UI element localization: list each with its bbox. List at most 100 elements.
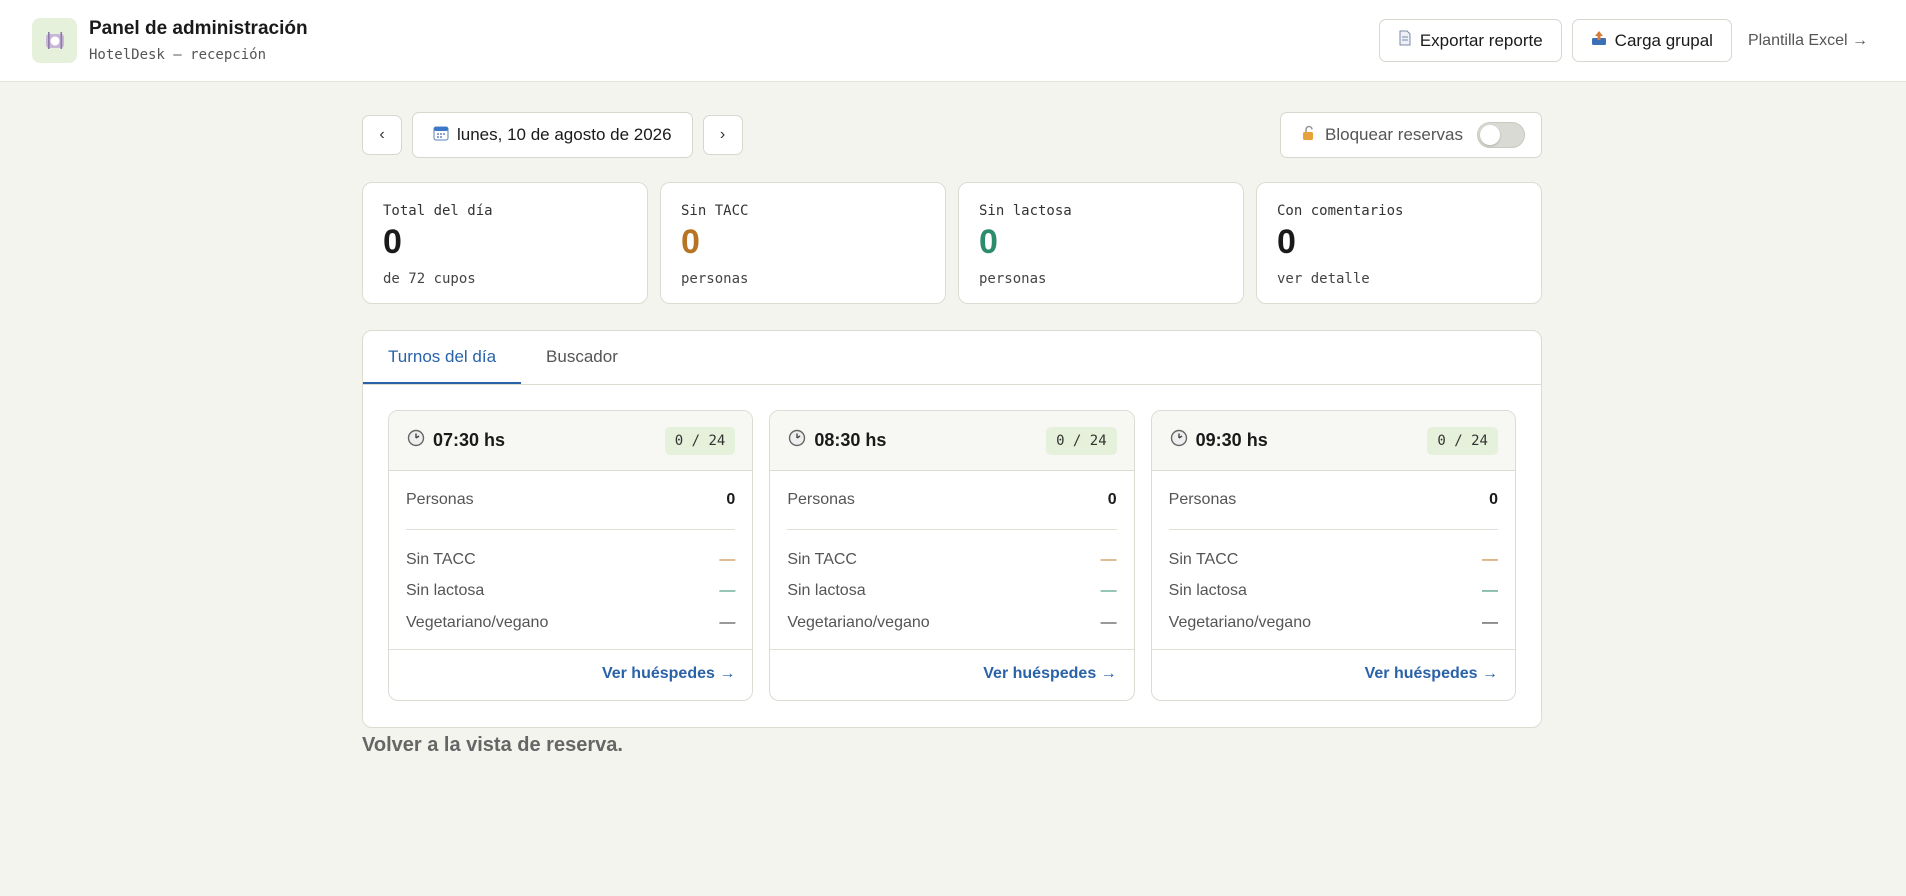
shift-time-label: 08:30 hs — [814, 430, 887, 450]
people-count: 0 — [1489, 491, 1498, 508]
shift-cards: 07:30 hs 0 / 24 Personas 0 Sin TACC — Si… — [363, 385, 1541, 726]
diet-row-lactose-free: Sin lactosa — — [1169, 576, 1498, 608]
diet-label: Sin TACC — [787, 550, 857, 568]
view-guests-link[interactable]: Ver huéspedes → — [770, 648, 1134, 699]
bulk-upload-label: Carga grupal — [1614, 30, 1713, 50]
people-count: 0 — [726, 491, 736, 508]
people-row: Personas 0 — [787, 471, 1117, 530]
header-actions: Exportar reporte Carga grupal Plantilla … — [1378, 19, 1874, 62]
diet-list: Sin TACC — Sin lactosa — Vegetariano/veg… — [406, 530, 735, 649]
diet-row-lactose-free: Sin lactosa — — [787, 576, 1116, 608]
diet-label: Vegetariano/vegano — [787, 613, 930, 631]
stat-sub: de 72 cupos — [383, 271, 476, 287]
lock-reservations-label: Bloquear reservas — [1325, 125, 1463, 144]
clock-icon — [407, 429, 425, 452]
diet-list: Sin TACC — Sin lactosa — Vegetariano/veg… — [787, 530, 1116, 649]
diet-row-gluten-free: Sin TACC — — [1169, 544, 1498, 576]
diet-row-gluten-free: Sin TACC — — [787, 544, 1116, 576]
diet-row-gluten-free: Sin TACC — — [406, 544, 735, 576]
stats-row: Total del día 0 de 72 cupos Sin TACC 0 p… — [362, 182, 1542, 304]
shift-card-body: Personas 0 Sin TACC — Sin lactosa — Vege… — [770, 471, 1133, 649]
page-subtitle: HotelDesk — recepción — [89, 47, 267, 63]
diet-value: — — [1481, 582, 1498, 600]
date-picker-button[interactable]: lunes, 10 de agosto de 2026 — [412, 112, 693, 158]
shift-card: 07:30 hs 0 / 24 Personas 0 Sin TACC — Si… — [388, 410, 754, 701]
diet-row-vegetarian: Vegetariano/vegano — — [406, 607, 735, 639]
stat-card-comments[interactable]: Con comentarios 0 ver detalle — [1256, 182, 1542, 304]
shift-time: 09:30 hs — [1170, 429, 1268, 452]
diet-label: Vegetariano/vegano — [1168, 613, 1311, 631]
tab-bar: Turnos del día Buscador — [363, 331, 1541, 385]
view-guests-link[interactable]: Ver huéspedes → — [1151, 648, 1515, 699]
diet-label: Sin TACC — [1168, 550, 1239, 568]
people-label: Personas — [1168, 491, 1237, 508]
shift-time: 08:30 hs — [788, 429, 886, 452]
top-header: Panel de administración HotelDesk — rece… — [0, 0, 1906, 82]
shift-time-label: 07:30 hs — [433, 430, 506, 450]
date-toolbar: ‹ lunes, 10 de agosto de 2026 › Bloquear… — [362, 112, 1542, 158]
stat-label: Con comentarios — [1277, 203, 1404, 219]
tab-search[interactable]: Buscador — [521, 331, 643, 384]
diet-label: Sin lactosa — [787, 582, 866, 600]
diet-row-vegetarian: Vegetariano/vegano — — [787, 607, 1116, 639]
page-title: Panel de administración — [89, 18, 308, 39]
previous-day-button[interactable]: ‹ — [362, 115, 402, 155]
shift-card: 08:30 hs 0 / 24 Personas 0 Sin TACC — Si… — [769, 410, 1135, 701]
clock-icon — [1170, 429, 1188, 452]
stat-label: Sin lactosa — [979, 203, 1072, 219]
shifts-panel: Turnos del día Buscador 07:30 hs 0 / 24 — [362, 330, 1542, 728]
diet-value: — — [1481, 550, 1498, 568]
stat-value: 0 — [1277, 223, 1296, 261]
people-row: Personas 0 — [1168, 471, 1498, 530]
capacity-badge: 0 / 24 — [1046, 426, 1117, 455]
back-to-reservation-link[interactable]: Volver a la vista de reserva. — [362, 734, 1542, 757]
diet-row-lactose-free: Sin lactosa — — [406, 576, 735, 608]
lock-reservations-toggle[interactable] — [1477, 122, 1525, 148]
stat-card-gluten-free: Sin TACC 0 personas — [660, 182, 946, 304]
view-guests-link[interactable]: Ver huéspedes → — [389, 648, 753, 699]
shift-card-header: 09:30 hs 0 / 24 — [1151, 411, 1515, 471]
diet-label: Sin lactosa — [1168, 582, 1247, 600]
shift-card-body: Personas 0 Sin TACC — Sin lactosa — Vege… — [1152, 471, 1515, 649]
bulk-upload-button[interactable]: Carga grupal — [1571, 19, 1732, 62]
diet-value: — — [1481, 613, 1498, 631]
calendar-icon — [433, 125, 449, 146]
shift-card-header: 08:30 hs 0 / 24 — [770, 411, 1134, 471]
stat-value: 0 — [681, 223, 700, 261]
shift-card-body: Personas 0 Sin TACC — Sin lactosa — Vege… — [389, 471, 752, 649]
stat-sub: personas — [681, 271, 749, 287]
stat-label: Total del día — [383, 203, 493, 219]
shift-time: 07:30 hs — [407, 429, 505, 452]
toggle-knob — [1480, 125, 1500, 145]
brand: Panel de administración HotelDesk — rece… — [32, 18, 308, 63]
stat-sub: personas — [979, 271, 1047, 287]
excel-template-link[interactable]: Plantilla Excel → — [1742, 32, 1874, 50]
people-label: Personas — [406, 491, 474, 508]
export-report-label: Exportar reporte — [1419, 30, 1543, 50]
next-day-button[interactable]: › — [702, 115, 743, 155]
stat-value: 0 — [383, 223, 402, 261]
diet-label: Sin TACC — [406, 550, 476, 568]
document-icon — [1398, 30, 1412, 51]
capacity-badge: 0 / 24 — [1427, 426, 1498, 455]
stat-sub: ver detalle — [1277, 271, 1370, 287]
shift-card-header: 07:30 hs 0 / 24 — [389, 411, 753, 471]
stat-card-total: Total del día 0 de 72 cupos — [362, 182, 648, 304]
tab-shifts[interactable]: Turnos del día — [363, 331, 522, 384]
export-report-button[interactable]: Exportar reporte — [1378, 19, 1562, 62]
unlocked-padlock-icon — [1301, 125, 1317, 146]
capacity-badge: 0 / 24 — [664, 426, 736, 455]
diet-value: — — [719, 550, 736, 568]
shift-card: 09:30 hs 0 / 24 Personas 0 Sin TACC — Si… — [1150, 410, 1516, 701]
lock-reservations-control: Bloquear reservas — [1280, 112, 1542, 158]
diet-value: — — [719, 613, 736, 631]
inbox-upload-icon — [1591, 30, 1607, 51]
diet-value: — — [1100, 582, 1117, 600]
stat-value: 0 — [979, 223, 998, 261]
diet-value: — — [1100, 550, 1117, 568]
diet-row-vegetarian: Vegetariano/vegano — — [1169, 607, 1498, 639]
diet-label: Sin lactosa — [406, 582, 485, 600]
date-navigation: ‹ lunes, 10 de agosto de 2026 › — [362, 112, 743, 158]
date-label: lunes, 10 de agosto de 2026 — [457, 125, 672, 144]
clock-icon — [788, 429, 806, 452]
